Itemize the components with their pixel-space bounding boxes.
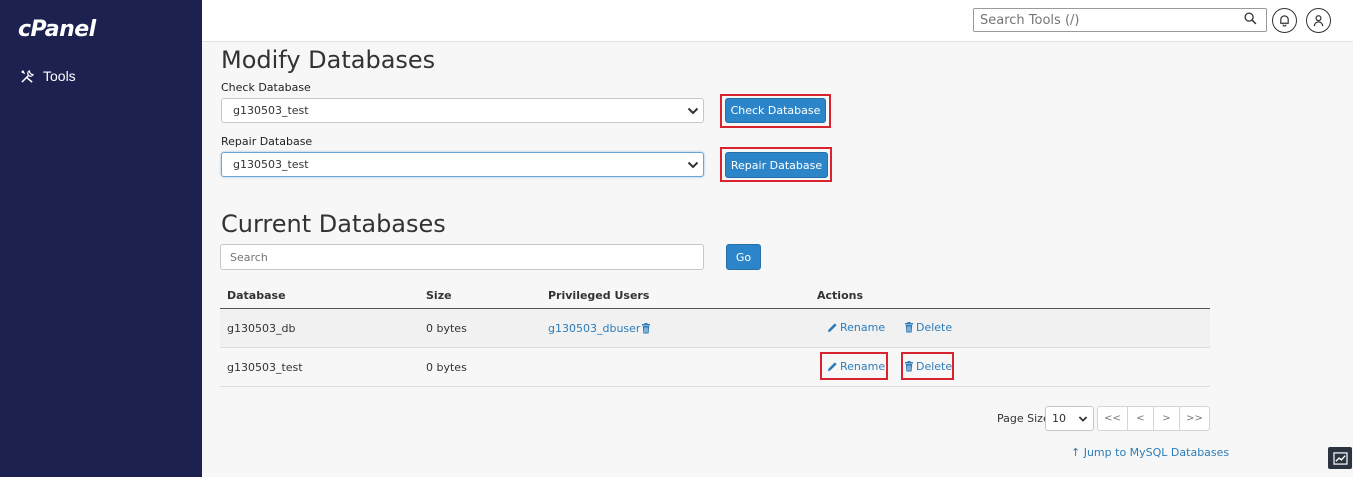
column-header-size[interactable]: Size [426, 289, 452, 302]
chevron-down-icon [687, 107, 699, 115]
column-header-actions: Actions [817, 289, 863, 302]
delete-button[interactable]: Delete [904, 360, 952, 373]
search-icon[interactable] [1244, 12, 1257, 25]
delete-label: Delete [916, 360, 953, 373]
trash-icon [905, 361, 913, 372]
privileged-user-name: g130503_dbuser [548, 322, 641, 335]
table-row: g130503_test 0 bytes Rename Delete [220, 348, 1210, 387]
modify-databases-heading: Modify Databases [221, 46, 436, 74]
jump-to-mysql-link[interactable]: ↑ Jump to MySQL Databases [1071, 446, 1229, 459]
trash-icon [905, 322, 913, 333]
check-database-label: Check Database [221, 81, 311, 94]
database-size: 0 bytes [426, 361, 467, 374]
repair-database-button[interactable]: Repair Database [725, 152, 828, 178]
check-database-value: g130503_test [233, 104, 309, 117]
go-button[interactable]: Go [726, 244, 761, 270]
database-search-input[interactable] [220, 244, 704, 270]
current-databases-heading: Current Databases [221, 210, 446, 238]
next-page-button[interactable]: > [1153, 406, 1180, 431]
privileged-user-link[interactable]: g130503_dbuser [548, 322, 651, 335]
column-header-privileged-users: Privileged Users [548, 289, 650, 302]
rename-button[interactable]: Rename [827, 321, 885, 334]
database-size: 0 bytes [426, 322, 467, 335]
database-name: g130503_db [227, 322, 296, 335]
top-bar [202, 0, 1353, 42]
user-menu-button[interactable] [1306, 8, 1331, 33]
bell-icon [1280, 15, 1289, 27]
jump-link-label: Jump to MySQL Databases [1083, 446, 1230, 459]
last-page-button[interactable]: >> [1179, 406, 1210, 431]
stats-toggle-button[interactable] [1328, 447, 1352, 469]
page-size-label: Page Size [997, 412, 1050, 425]
check-database-select[interactable]: g130503_test [221, 98, 704, 123]
first-page-button[interactable]: << [1097, 406, 1128, 431]
pencil-icon [827, 362, 837, 372]
tools-icon [21, 69, 34, 83]
chevron-down-icon [1078, 416, 1088, 422]
rename-label: Rename [840, 360, 886, 373]
repair-database-value: g130503_test [233, 158, 309, 171]
pencil-icon [827, 323, 837, 333]
delete-button[interactable]: Delete [904, 321, 952, 334]
cpanel-logo[interactable]: cPanel [18, 17, 96, 42]
sidebar: cPanel Tools [0, 0, 202, 477]
search-tools-input[interactable] [973, 8, 1267, 32]
repair-database-label: Repair Database [221, 135, 313, 148]
database-name: g130503_test [227, 361, 303, 374]
page-size-select[interactable]: 10 [1045, 406, 1094, 431]
notifications-button[interactable] [1272, 8, 1297, 33]
arrow-up-icon: ↑ [1071, 446, 1081, 459]
prev-page-button[interactable]: < [1127, 406, 1154, 431]
sidebar-item-tools[interactable]: Tools [20, 68, 76, 84]
sidebar-item-label: Tools [43, 68, 76, 84]
delete-label: Delete [916, 321, 953, 334]
rename-label: Rename [840, 321, 886, 334]
repair-database-select[interactable]: g130503_test [221, 152, 704, 177]
column-header-database[interactable]: Database [227, 289, 286, 302]
trash-icon[interactable] [641, 323, 651, 334]
page-size-value: 10 [1052, 412, 1066, 425]
check-database-button[interactable]: Check Database [725, 98, 826, 123]
chevron-down-icon [687, 161, 699, 169]
table-row: g130503_db 0 bytes g130503_dbuser Rename… [220, 309, 1210, 348]
user-icon [1313, 15, 1324, 27]
rename-button[interactable]: Rename [827, 360, 885, 373]
chart-trend-icon [1332, 451, 1348, 465]
